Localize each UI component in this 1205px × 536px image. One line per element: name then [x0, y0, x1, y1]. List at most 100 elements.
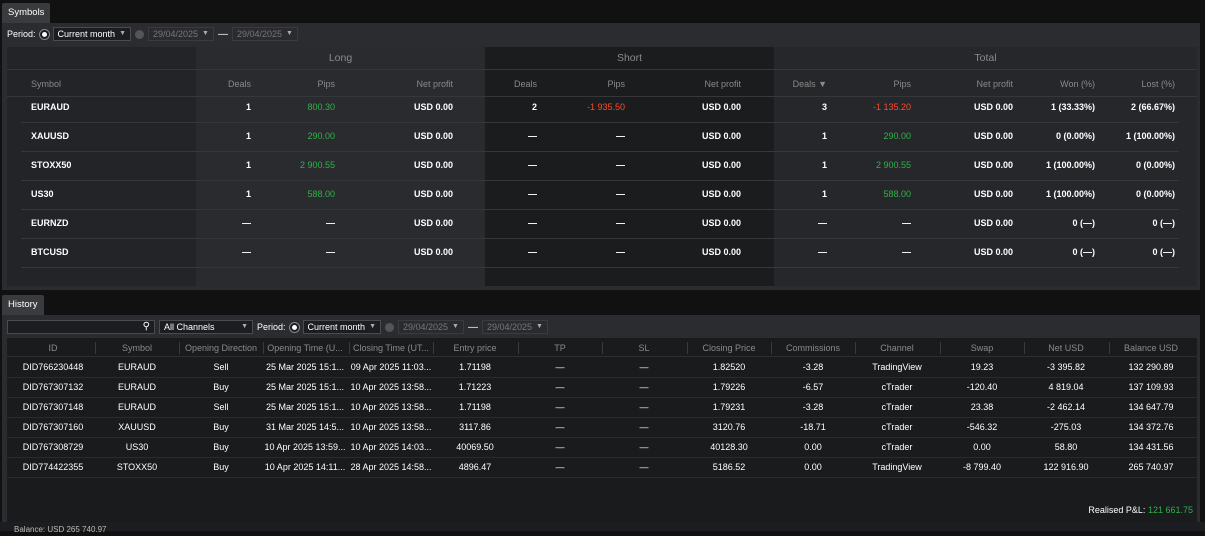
- cell-bal: 132 290.89: [1128, 362, 1174, 372]
- col-header-net[interactable]: Net USD: [1021, 343, 1111, 353]
- cell-short-net-profit: USD 0.00: [701, 131, 741, 141]
- cell-swap: -546.32: [966, 422, 998, 432]
- cell-bal: 134 431.56: [1128, 442, 1174, 452]
- column-separator[interactable]: [687, 342, 688, 354]
- period-preset-radio[interactable]: [289, 322, 299, 332]
- channel-select[interactable]: All Channels ▼: [159, 320, 253, 334]
- period-select[interactable]: Current month ▼: [302, 320, 381, 334]
- cell-close: 10 Apr 2025 14:03...: [350, 442, 432, 452]
- cell-won: 0 (—): [1072, 247, 1096, 257]
- cell-lost: 0 (0.00%): [1135, 189, 1175, 199]
- col-header-channel[interactable]: Channel: [852, 343, 942, 353]
- column-separator[interactable]: [179, 342, 180, 354]
- cell-long-deals: 1: [245, 102, 251, 112]
- divider: [21, 238, 1179, 239]
- cell-dir: Sell: [213, 402, 229, 412]
- column-separator[interactable]: [95, 342, 96, 354]
- cell-comm: -3.28: [802, 402, 824, 412]
- col-header-entry[interactable]: Entry price: [430, 343, 520, 353]
- search-icon[interactable]: ⚲: [143, 321, 150, 332]
- column-separator[interactable]: [518, 342, 519, 354]
- column-separator[interactable]: [349, 342, 350, 354]
- cell-channel: cTrader: [881, 442, 913, 452]
- date-range-separator: —: [217, 28, 228, 40]
- cell-symbol: XAUUSD: [118, 422, 156, 432]
- divider: [7, 377, 1197, 378]
- cell-entry: 3117.86: [459, 422, 491, 432]
- cell-entry: 40069.50: [456, 442, 494, 452]
- column-separator[interactable]: [940, 342, 941, 354]
- column-separator[interactable]: [433, 342, 434, 354]
- date-to-select[interactable]: 29/04/2025 ▼: [231, 27, 298, 41]
- period-custom-radio[interactable]: [135, 29, 144, 39]
- cell-close: 10 Apr 2025 13:58...: [350, 402, 432, 412]
- chevron-down-icon: ▼: [536, 323, 543, 330]
- cell-total-deals: 1: [821, 189, 827, 199]
- cell-entry: 4896.47: [458, 462, 492, 472]
- column-separator[interactable]: [602, 342, 603, 354]
- col-header-dir[interactable]: Opening Direction: [176, 343, 266, 353]
- col-header-long-net-profit[interactable]: Net profit: [416, 79, 453, 89]
- cell-entry: 1.71223: [458, 382, 492, 392]
- period-preset-radio[interactable]: [39, 29, 49, 39]
- date-from-select[interactable]: 29/04/2025 ▼: [398, 320, 464, 334]
- period-custom-radio[interactable]: [385, 322, 394, 332]
- col-header-comm[interactable]: Commissions: [768, 343, 858, 353]
- col-header-won[interactable]: Won (%): [1060, 79, 1095, 89]
- col-header-id[interactable]: ID: [8, 343, 98, 353]
- col-header-closep[interactable]: Closing Price: [684, 343, 774, 353]
- cell-short-pips: —: [616, 247, 625, 257]
- col-header-close[interactable]: Closing Time (UT...: [346, 343, 436, 353]
- cell-bal: 134 372.76: [1128, 422, 1174, 432]
- cell-channel: cTrader: [881, 382, 913, 392]
- cell-open: 10 Apr 2025 14:11...: [264, 462, 346, 472]
- col-header-symbol[interactable]: Symbol: [92, 343, 182, 353]
- date-from-select[interactable]: 29/04/2025 ▼: [148, 27, 214, 41]
- period-select[interactable]: Current month ▼: [52, 27, 131, 41]
- col-header-total-deals[interactable]: Deals ▼: [793, 79, 827, 89]
- cell-net: -2 462.14: [1046, 402, 1086, 412]
- col-header-symbol[interactable]: Symbol: [31, 79, 61, 89]
- cell-sl: —: [639, 442, 649, 452]
- search-input[interactable]: ⚲: [7, 320, 155, 334]
- col-header-short-net-profit[interactable]: Net profit: [704, 79, 741, 89]
- cell-sl: —: [639, 362, 649, 372]
- col-header-bal[interactable]: Balance USD: [1106, 343, 1196, 353]
- col-header-total-net-profit[interactable]: Net profit: [976, 79, 1013, 89]
- divider: [7, 96, 1197, 97]
- date-to-select[interactable]: 29/04/2025 ▼: [481, 320, 548, 334]
- column-separator[interactable]: [855, 342, 856, 354]
- col-header-tp[interactable]: TP: [515, 343, 605, 353]
- cell-close: 28 Apr 2025 14:58...: [350, 462, 432, 472]
- cell-lost: 2 (66.67%): [1130, 102, 1175, 112]
- cell-net: -3 395.82: [1046, 362, 1086, 372]
- realised-pnl: Realised P&L: 121 661.75: [1088, 505, 1193, 515]
- tab-symbols[interactable]: Symbols: [2, 3, 51, 23]
- cell-closep: 5186.52: [712, 462, 746, 472]
- col-header-short-deals[interactable]: Deals: [514, 79, 537, 89]
- cell-short-deals: 2: [531, 102, 537, 112]
- col-header-sl[interactable]: SL: [599, 343, 689, 353]
- cell-bal: 134 647.79: [1128, 402, 1174, 412]
- cell-total-pips: —: [902, 218, 911, 228]
- column-separator[interactable]: [771, 342, 772, 354]
- col-header-total-pips[interactable]: Pips: [893, 79, 911, 89]
- col-header-lost[interactable]: Lost (%): [1141, 79, 1175, 89]
- col-header-long-deals[interactable]: Deals: [228, 79, 251, 89]
- cell-total-net-profit: USD 0.00: [973, 160, 1013, 170]
- cell-sl: —: [639, 462, 649, 472]
- symbols-filter-bar: Period: Current month ▼ 29/04/2025 ▼ — 29/…: [7, 27, 298, 41]
- column-separator[interactable]: [1024, 342, 1025, 354]
- col-header-short-pips[interactable]: Pips: [607, 79, 625, 89]
- cell-short-net-profit: USD 0.00: [701, 218, 741, 228]
- col-header-swap[interactable]: Swap: [937, 343, 1027, 353]
- col-header-open[interactable]: Opening Time (U...: [260, 343, 350, 353]
- col-header-long-pips[interactable]: Pips: [317, 79, 335, 89]
- group-header-long: Long: [328, 52, 353, 64]
- column-separator[interactable]: [1109, 342, 1110, 354]
- cell-dir: Buy: [213, 462, 229, 472]
- group-header-total: Total: [974, 52, 997, 64]
- cell-won: 1 (100.00%): [1045, 189, 1095, 199]
- tab-history[interactable]: History: [2, 295, 44, 315]
- column-separator[interactable]: [263, 342, 264, 354]
